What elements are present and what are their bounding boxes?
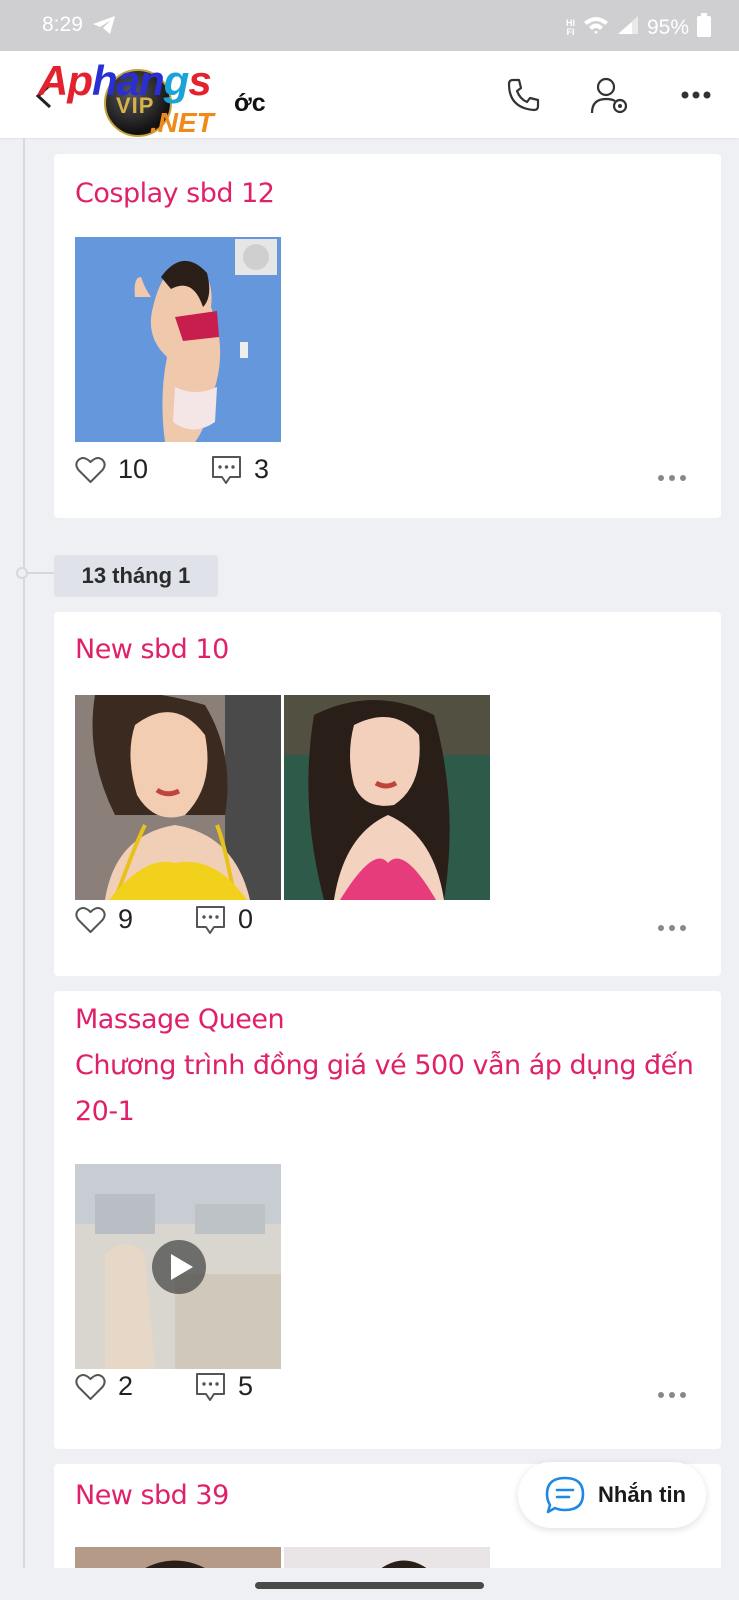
chat-bubble-icon — [545, 1476, 585, 1514]
logo-net: .NET — [150, 107, 214, 138]
like-count: 10 — [118, 454, 149, 484]
post-photo[interactable] — [75, 695, 281, 900]
post-more-icon[interactable] — [657, 469, 687, 487]
post-more-icon[interactable] — [657, 1386, 687, 1404]
post-more-icon[interactable] — [657, 919, 687, 937]
status-bar: 8:29 HI FI 95% — [0, 0, 739, 51]
message-button-label: Nhắn tin — [598, 1482, 686, 1507]
heart-icon — [75, 906, 106, 933]
like-count: 9 — [118, 904, 134, 934]
wifi-icon — [583, 15, 609, 41]
timeline-dot — [16, 567, 28, 579]
logo-vip: VIP — [116, 93, 155, 118]
comment-count: 0 — [238, 904, 254, 934]
watermark-logo: Aphangs VIP .NET ớc — [38, 59, 266, 139]
battery-level: 95% — [646, 16, 689, 39]
comment-button[interactable]: 5 — [195, 1371, 253, 1402]
more-options-icon[interactable] — [681, 87, 711, 105]
post-title-line: Massage Queen — [75, 1004, 285, 1035]
timeline-tick — [28, 572, 54, 574]
date-separator: 13 tháng 1 — [54, 555, 218, 597]
home-indicator[interactable] — [255, 1582, 484, 1589]
battery-icon — [697, 13, 711, 43]
member-settings-icon[interactable] — [590, 77, 630, 120]
heart-icon — [75, 1373, 106, 1400]
post-title: Cosplay sbd 12 — [75, 178, 275, 209]
post-card[interactable]: New sbd 10 9 0 — [54, 612, 721, 976]
comment-button[interactable]: 3 — [211, 454, 269, 485]
comment-icon — [196, 1372, 225, 1401]
post-title: New sbd 39 — [75, 1480, 229, 1511]
heart-icon — [75, 456, 106, 483]
comment-count: 5 — [238, 1371, 254, 1401]
phone-icon[interactable] — [505, 77, 541, 118]
telegram-icon — [91, 14, 117, 42]
hifi-icon: HI FI — [565, 18, 575, 37]
post-photo[interactable] — [75, 237, 281, 442]
post-video[interactable] — [75, 1164, 281, 1369]
signal-icon — [617, 15, 639, 41]
chat-header: Aphangs VIP .NET ớc — [0, 51, 739, 138]
comment-button[interactable]: 0 — [195, 904, 253, 935]
like-button[interactable]: 2 — [75, 1371, 133, 1402]
comment-icon — [196, 905, 225, 934]
post-title-line: 20-1 — [75, 1096, 135, 1127]
post-photo[interactable] — [284, 695, 490, 900]
like-button[interactable]: 9 — [75, 904, 133, 935]
message-button[interactable]: Nhắn tin — [518, 1462, 706, 1528]
post-title-line: Chương trình đồng giá vé 500 vẫn áp dụng… — [75, 1050, 694, 1081]
like-count: 2 — [118, 1371, 134, 1401]
like-button[interactable]: 10 — [75, 454, 148, 485]
timeline-line — [23, 138, 25, 1568]
status-right: HI FI 95% — [566, 13, 711, 43]
post-card[interactable]: Massage Queen Chương trình đồng giá vé 5… — [54, 991, 721, 1449]
post-card[interactable]: Cosplay sbd 12 10 3 — [54, 154, 721, 518]
comment-count: 3 — [254, 454, 270, 484]
header-title-fragment: ớc — [234, 89, 266, 117]
status-time: 8:29 — [42, 13, 83, 36]
comment-icon — [212, 455, 241, 484]
post-title: New sbd 10 — [75, 634, 229, 665]
